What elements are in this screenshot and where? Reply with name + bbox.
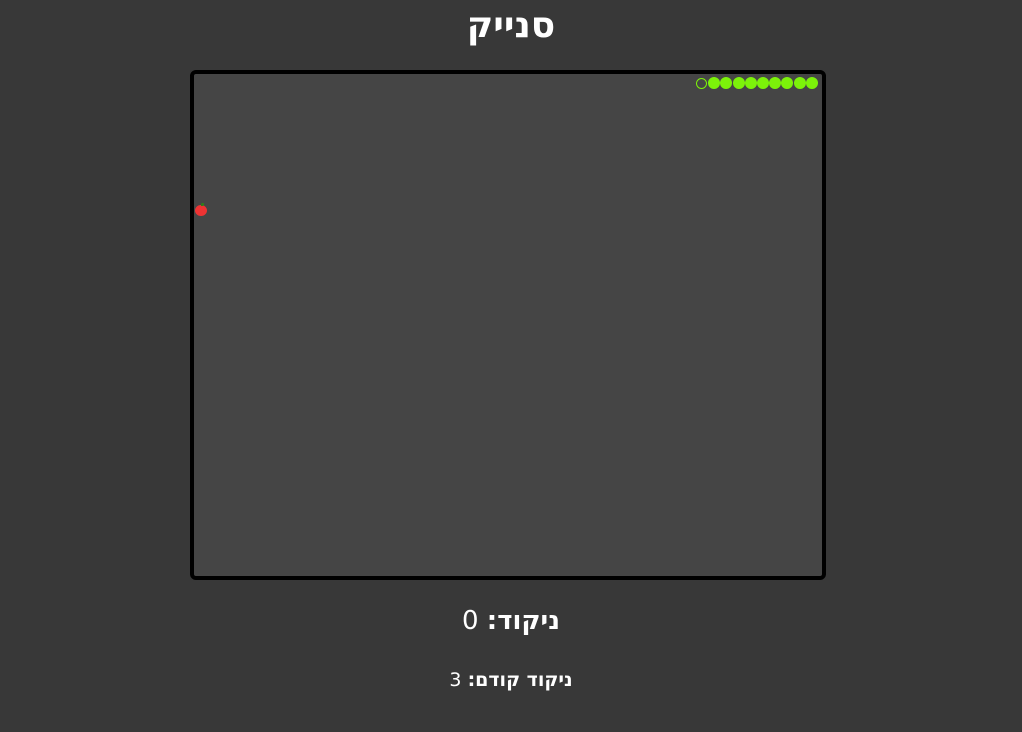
score-display: ניקוד: 0 bbox=[0, 603, 1022, 639]
snake-segment bbox=[732, 77, 745, 89]
snake-segment bbox=[781, 77, 794, 89]
game-page: סנייק ניקוד: 0 ניקוד קודם: 3 bbox=[0, 0, 1022, 732]
snake-segment bbox=[769, 77, 782, 89]
previous-score-display: ניקוד קודם: 3 bbox=[0, 666, 1022, 694]
snake-segment bbox=[708, 77, 721, 89]
score-label: ניקוד: bbox=[486, 606, 560, 636]
score-value: 0 bbox=[461, 606, 479, 636]
snake-segment bbox=[793, 77, 806, 89]
previous-score-value: 3 bbox=[449, 669, 462, 691]
snake-segment bbox=[720, 77, 733, 89]
snake-segment bbox=[805, 77, 818, 89]
snake-segment bbox=[744, 77, 757, 89]
apple-icon bbox=[195, 203, 207, 216]
snake-head bbox=[696, 77, 707, 89]
game-title: סנייק bbox=[466, 5, 556, 46]
game-board[interactable] bbox=[190, 70, 826, 580]
previous-score-label: ניקוד קודם: bbox=[467, 669, 573, 691]
snake-segment bbox=[757, 77, 769, 89]
